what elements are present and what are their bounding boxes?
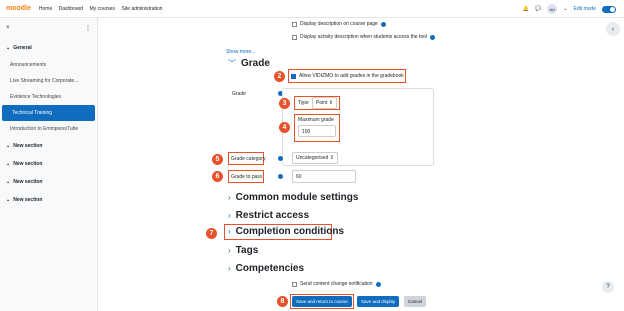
help-icon[interactable]: [380, 21, 386, 27]
chevron-down-icon: ⌄: [6, 143, 11, 149]
type-label: Type: [298, 100, 309, 106]
chevron-down-icon: ⌄: [6, 197, 11, 203]
drawer-item[interactable]: Evidence Technologies: [0, 89, 97, 105]
section-general[interactable]: ⌄ General: [0, 39, 97, 57]
save-display-button[interactable]: Save and display: [357, 296, 400, 307]
help-icon[interactable]: [430, 34, 436, 40]
section-new[interactable]: ⌄ New section: [0, 137, 97, 155]
display-desc-checkbox[interactable]: Display description on course page: [292, 21, 386, 27]
step-badge-8: 8: [277, 296, 288, 307]
grade-label: Grade: [232, 91, 246, 97]
grade-category-label: Grade category: [231, 156, 266, 162]
send-notification-checkbox[interactable]: Send content change notification: [292, 281, 381, 287]
drawer-item[interactable]: Introduction to EmmpressTube: [0, 121, 97, 137]
nav-home[interactable]: Home: [39, 6, 52, 12]
chevron-down-icon: ﹀: [228, 59, 236, 68]
allow-grades-checkbox[interactable]: Allow VIDIZMO to add grades in the grade…: [291, 73, 404, 79]
chevron-right-icon: ›: [228, 193, 231, 202]
chevron-right-icon: ›: [228, 264, 231, 273]
step-badge-3: 3: [279, 98, 290, 109]
chevron-right-icon: ›: [228, 246, 231, 255]
nav-dashboard[interactable]: Dashboard: [59, 6, 83, 12]
chevron-down-icon[interactable]: ⌄: [563, 6, 567, 12]
edit-mode-toggle[interactable]: [602, 5, 616, 13]
chevron-down-icon: ⌄: [6, 45, 11, 51]
section-completion-conditions[interactable]: › Completion conditions: [228, 226, 344, 237]
section-common-module[interactable]: › Common module settings: [228, 192, 358, 203]
step-badge-7: 7: [206, 228, 217, 239]
cancel-button[interactable]: Cancel: [404, 296, 427, 307]
drawer-item-active[interactable]: Technical Training: [2, 105, 95, 121]
help-icon[interactable]: ?: [602, 281, 614, 293]
max-grade-label: Maximum grade: [298, 117, 334, 123]
show-more-link[interactable]: Show more...: [226, 49, 255, 55]
step-badge-6: 6: [212, 171, 223, 182]
step-badge-5: 5: [212, 154, 223, 165]
main-form: Display description on course page Displ…: [98, 18, 624, 311]
chevron-right-icon: ›: [228, 227, 231, 236]
save-return-button[interactable]: Save and return to course: [292, 296, 352, 307]
close-icon[interactable]: ×: [6, 25, 10, 32]
moodle-logo[interactable]: moodle: [6, 5, 31, 12]
section-restrict-access[interactable]: › Restrict access: [228, 210, 309, 221]
chevron-down-icon: ⌄: [6, 161, 11, 167]
step-badge-2: 2: [274, 71, 285, 82]
display-activity-checkbox[interactable]: Display activity description when studen…: [292, 34, 436, 40]
drawer-item[interactable]: Live Streaming for Corporate...: [0, 73, 97, 89]
chevron-right-icon: ›: [228, 211, 231, 220]
avatar[interactable]: AU: [547, 4, 558, 14]
drawer-item[interactable]: Announcements: [0, 57, 97, 73]
course-index-drawer: × ⋮ ⌄ General Announcements Live Streamin…: [0, 18, 98, 311]
help-icon[interactable]: [375, 281, 381, 287]
top-navbar: moodle Home Dashboard My courses Site ad…: [0, 0, 624, 18]
notification-bell-icon[interactable]: 🔔: [523, 6, 529, 12]
type-select[interactable]: Point ⇕: [312, 97, 337, 109]
section-tags[interactable]: › Tags: [228, 245, 258, 256]
chevron-down-icon: ⌄: [6, 179, 11, 185]
nav-my-courses[interactable]: My courses: [89, 6, 115, 12]
grade-section-header[interactable]: ﹀ Grade: [228, 58, 270, 69]
help-icon[interactable]: [278, 174, 283, 179]
step-badge-4: 4: [279, 122, 290, 133]
section-competencies[interactable]: › Competencies: [228, 263, 304, 274]
edit-mode-label: Edit mode: [573, 6, 596, 12]
grade-to-pass-label: Grade to pass: [231, 174, 263, 180]
more-options-icon[interactable]: ⋮: [85, 25, 91, 32]
help-icon[interactable]: [278, 156, 283, 161]
section-new[interactable]: ⌄ New section: [0, 155, 97, 173]
grade-to-pass-input[interactable]: 60: [292, 170, 356, 183]
max-grade-input[interactable]: 100: [298, 125, 336, 137]
messages-icon[interactable]: 💬: [535, 6, 541, 12]
section-new[interactable]: ⌄ New section: [0, 173, 97, 191]
nav-site-admin[interactable]: Site administration: [121, 6, 162, 12]
grade-category-select[interactable]: Uncategorised ⇕: [292, 152, 338, 164]
section-new[interactable]: ⌄ New section: [0, 191, 97, 209]
